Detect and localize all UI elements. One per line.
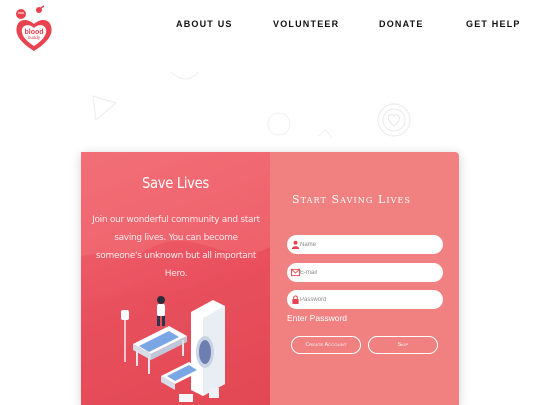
nav-donate[interactable]: DONATE (379, 19, 424, 29)
create-account-button[interactable]: Create Account (291, 336, 361, 354)
name-field[interactable] (287, 235, 443, 254)
nav-get-help[interactable]: GET HELP (466, 19, 521, 29)
deco-heart-circle-inner (382, 108, 406, 132)
hero-panel: Save Lives Join our wonderful community … (81, 152, 270, 405)
password-hint: Enter Password (287, 313, 347, 323)
hero-description: Join our wonderful community and start s… (92, 215, 260, 279)
page: blood buddy ABOUT US VOLUNTEER DONATE GE… (0, 0, 540, 405)
main-nav: ABOUT US VOLUNTEER DONATE GET HELP (0, 19, 540, 33)
form-title: Start Saving Lives (292, 193, 412, 206)
deco-check (317, 129, 333, 139)
lock-icon (292, 295, 299, 304)
deco-circle (267, 112, 291, 136)
nav-volunteer[interactable]: VOLUNTEER (273, 19, 339, 29)
password-input[interactable] (300, 292, 438, 307)
nav-about-us[interactable]: ABOUT US (176, 19, 233, 29)
signup-form-panel: Start Saving Lives Name E-mail Enter Pas… (270, 152, 459, 405)
skip-button[interactable]: Skip (368, 336, 438, 354)
user-icon (291, 240, 300, 249)
email-field[interactable] (287, 263, 443, 282)
password-field[interactable] (287, 290, 443, 309)
deco-heart-circle-outer (377, 103, 411, 137)
mail-icon (291, 268, 300, 277)
hero-title: Save Lives (142, 174, 209, 192)
email-input[interactable] (300, 265, 438, 280)
signup-card: Save Lives Join our wonderful community … (81, 152, 459, 405)
deco-heart-icon (387, 114, 401, 127)
logo-text-buddy: buddy (28, 35, 41, 40)
deco-arc (170, 71, 200, 80)
hospital-illustration (121, 296, 225, 402)
deco-triangle (92, 95, 118, 122)
name-input[interactable] (300, 237, 438, 252)
